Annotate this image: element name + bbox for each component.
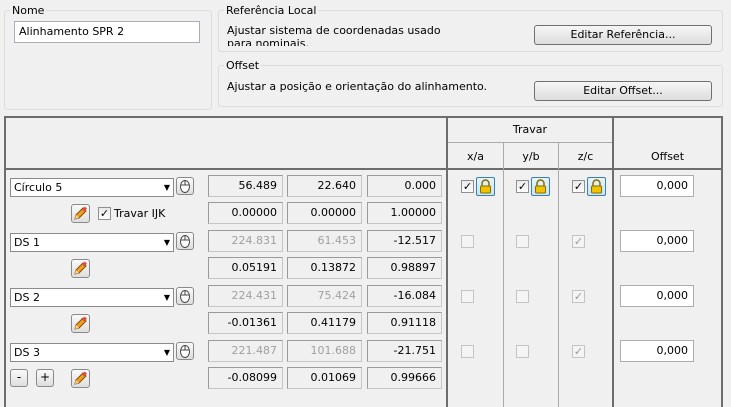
offset-input[interactable]: 0,000 xyxy=(620,175,694,197)
lock-y-checkbox[interactable]: ✓ xyxy=(516,180,529,193)
k-value: 0.99666 xyxy=(367,367,442,389)
lock-x-checkbox[interactable] xyxy=(461,290,474,303)
referencia-title: Referência Local xyxy=(224,4,319,17)
lock-icon[interactable] xyxy=(476,177,495,196)
header-zc: z/c xyxy=(577,150,594,163)
header-yb: y/b xyxy=(522,150,540,163)
offset-input[interactable]: 0,000 xyxy=(620,285,694,307)
lock-x-checkbox[interactable] xyxy=(461,345,474,358)
alignment-grid: Travar x/a y/b z/c Offset xyxy=(4,116,723,407)
chevron-down-icon: ▼ xyxy=(163,293,170,302)
j-value: 0.00000 xyxy=(287,202,362,224)
x-value: 221.487 xyxy=(208,340,283,362)
j-value: 0.13872 xyxy=(287,257,362,279)
mouse-select-icon[interactable] xyxy=(176,342,194,360)
lock-z-checkbox[interactable]: ✓ xyxy=(572,180,585,193)
add-row-button[interactable]: + xyxy=(36,369,54,387)
z-value: -16.084 xyxy=(367,285,442,307)
header-offset: Offset xyxy=(650,150,685,163)
lock-z-checkbox[interactable]: ✓ xyxy=(572,235,585,248)
travar-ijk-checkbox[interactable]: ✓ xyxy=(98,207,111,220)
lock-y-checkbox[interactable] xyxy=(516,235,529,248)
lock-x-checkbox[interactable] xyxy=(461,235,474,248)
x-value: 224.431 xyxy=(208,285,283,307)
j-value: 0.41179 xyxy=(287,312,362,334)
feature-combo-label: DS 1 xyxy=(14,236,40,249)
y-value: 75.424 xyxy=(287,285,362,307)
offset-description: Ajustar a posição e orientação do alinha… xyxy=(227,80,488,93)
k-value: 0.98897 xyxy=(367,257,442,279)
remove-row-button[interactable]: - xyxy=(10,369,28,387)
z-value: 0.000 xyxy=(367,175,442,197)
i-value: 0.05191 xyxy=(208,257,283,279)
mouse-select-icon[interactable] xyxy=(176,287,194,305)
y-value: 101.688 xyxy=(287,340,362,362)
chevron-down-icon: ▼ xyxy=(163,183,170,192)
nome-input[interactable]: Alinhamento SPR 2 xyxy=(14,21,200,43)
chevron-down-icon: ▼ xyxy=(163,238,170,247)
feature-combo-label: Círculo 5 xyxy=(14,181,63,194)
lock-icon[interactable] xyxy=(587,177,606,196)
i-value: -0.08099 xyxy=(208,367,283,389)
k-value: 1.00000 xyxy=(367,202,442,224)
z-value: -12.517 xyxy=(367,230,442,252)
x-value: 56.489 xyxy=(208,175,283,197)
k-value: 0.91118 xyxy=(367,312,442,334)
edit-pencil-icon[interactable] xyxy=(71,204,90,223)
lock-x-checkbox[interactable]: ✓ xyxy=(461,180,474,193)
offset-input[interactable]: 0,000 xyxy=(620,230,694,252)
chevron-down-icon: ▼ xyxy=(163,348,170,357)
i-value: -0.01361 xyxy=(208,312,283,334)
header-xa: x/a xyxy=(467,150,484,163)
feature-combo-row-1[interactable]: Círculo 5 ▼ xyxy=(10,178,174,197)
nome-title: Nome xyxy=(10,4,47,17)
lock-y-checkbox[interactable] xyxy=(516,345,529,358)
lock-icon[interactable] xyxy=(531,177,550,196)
referencia-description: Ajustar sistema de coordenadas usado par… xyxy=(227,24,441,46)
feature-combo-row-3[interactable]: DS 2 ▼ xyxy=(10,288,174,307)
edit-pencil-icon[interactable] xyxy=(71,314,90,333)
offset-input[interactable]: 0,000 xyxy=(620,340,694,362)
mouse-select-icon[interactable] xyxy=(176,232,194,250)
editar-referencia-button[interactable]: Editar Referência... xyxy=(534,25,712,45)
lock-y-checkbox[interactable] xyxy=(516,290,529,303)
i-value: 0.00000 xyxy=(208,202,283,224)
travar-ijk-label: Travar IJK xyxy=(114,207,166,220)
mouse-select-icon[interactable] xyxy=(176,177,194,195)
edit-pencil-icon[interactable] xyxy=(71,369,90,388)
lock-z-checkbox[interactable]: ✓ xyxy=(572,290,585,303)
z-value: -21.751 xyxy=(367,340,442,362)
feature-combo-row-2[interactable]: DS 1 ▼ xyxy=(10,233,174,252)
y-value: 61.453 xyxy=(287,230,362,252)
edit-pencil-icon[interactable] xyxy=(71,259,90,278)
y-value: 22.640 xyxy=(287,175,362,197)
j-value: 0.01069 xyxy=(287,367,362,389)
header-travar: Travar xyxy=(512,123,548,136)
editar-offset-button[interactable]: Editar Offset... xyxy=(534,81,712,101)
lock-z-checkbox[interactable]: ✓ xyxy=(572,345,585,358)
feature-combo-label: DS 3 xyxy=(14,346,40,359)
feature-combo-row-4[interactable]: DS 3 ▼ xyxy=(10,343,174,362)
offset-title: Offset xyxy=(224,59,262,72)
feature-combo-label: DS 2 xyxy=(14,291,40,304)
x-value: 224.831 xyxy=(208,230,283,252)
